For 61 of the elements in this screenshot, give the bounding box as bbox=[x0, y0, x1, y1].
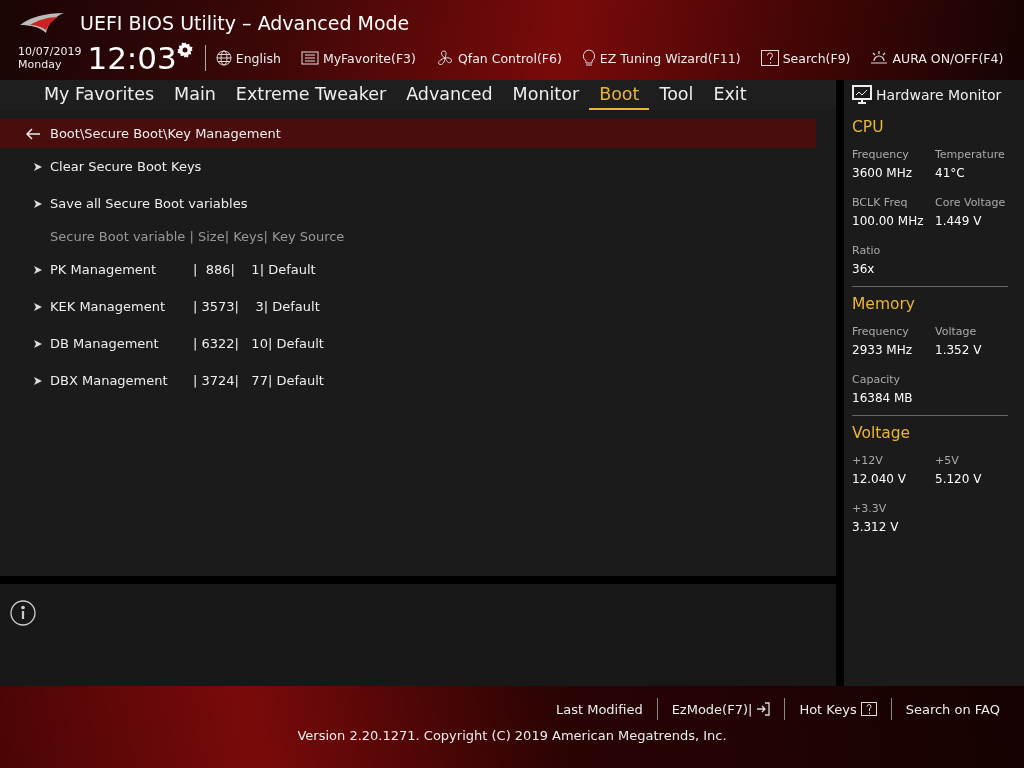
menu-tab[interactable]: Monitor bbox=[502, 80, 590, 110]
footer-link[interactable]: EzMode(F7)| bbox=[657, 701, 785, 717]
stat-value: 100.00 MHz bbox=[852, 214, 925, 228]
menu-tab[interactable]: Exit bbox=[703, 80, 757, 110]
toolbar-button[interactable]: Search(F9) bbox=[782, 50, 851, 66]
menu-tab[interactable]: Boot bbox=[589, 80, 650, 110]
footer-link[interactable]: Search on FAQ bbox=[891, 701, 1014, 717]
stat-value: 41°C bbox=[935, 166, 966, 180]
key-info: | 3724| 77| Default bbox=[193, 373, 324, 388]
stat-value: 1.352 V bbox=[935, 343, 983, 357]
stat-value: 36x bbox=[852, 262, 876, 276]
toolbar-button[interactable]: English bbox=[235, 50, 281, 66]
panel-title: Hardware Monitor bbox=[876, 87, 1002, 103]
breadcrumb-path: Boot\Secure Boot\Key Management bbox=[50, 126, 281, 141]
key-info: | 6322| 10| Default bbox=[193, 336, 324, 351]
stat-label: Core Voltage bbox=[935, 196, 1007, 209]
stat-label: +3.3V bbox=[852, 502, 888, 515]
version-text: Version 2.20.1271. Copyright (C) 2019 American Megatrends, Inc. bbox=[297, 728, 727, 743]
toolbar-button[interactable]: AURA ON/OFF(F4) bbox=[892, 50, 1004, 66]
stat-label: +5V bbox=[935, 454, 960, 467]
key-info: | 886| 1| Default bbox=[193, 262, 316, 277]
menu-tab[interactable]: Extreme Tweaker bbox=[225, 80, 397, 110]
stat-label: Voltage bbox=[935, 325, 978, 338]
stat-label: Capacity bbox=[852, 373, 902, 386]
stat-label: +12V bbox=[852, 454, 884, 467]
column-header: Secure Boot variable | Size| Keys| Key Source bbox=[50, 229, 345, 244]
stat-value: 3600 MHz bbox=[852, 166, 914, 180]
footer-link[interactable]: Last Modified bbox=[541, 701, 657, 717]
menu-item[interactable]: Save all Secure Boot variables bbox=[50, 196, 248, 211]
section-title: CPU bbox=[852, 118, 885, 136]
clock-time: 12:03 bbox=[87, 40, 177, 76]
menu-item[interactable]: DB Management bbox=[50, 336, 185, 351]
stat-value: 16384 MB bbox=[852, 391, 914, 405]
menu-tab[interactable]: Advanced bbox=[396, 80, 503, 110]
menu-item[interactable]: DBX Management bbox=[50, 373, 185, 388]
footer-link[interactable]: Hot Keys bbox=[785, 701, 891, 717]
toolbar-button[interactable]: EZ Tuning Wizard(F11) bbox=[599, 50, 741, 66]
stat-label: Temperature bbox=[935, 148, 1006, 161]
stat-value: 12.040 V bbox=[852, 472, 907, 486]
stat-label: Frequency bbox=[852, 325, 910, 338]
menu-tab[interactable]: Main bbox=[164, 80, 226, 110]
menu-item[interactable]: KEK Management bbox=[50, 299, 185, 314]
section-title: Memory bbox=[852, 295, 917, 313]
date-text: 10/07/2019 bbox=[18, 45, 82, 58]
stat-value: 2933 MHz bbox=[852, 343, 914, 357]
menu-item[interactable]: PK Management bbox=[50, 262, 185, 277]
stat-label: Frequency bbox=[852, 148, 910, 161]
section-title: Voltage bbox=[852, 424, 912, 442]
stat-value: 1.449 V bbox=[935, 214, 983, 228]
toolbar-button[interactable]: MyFavorite(F3) bbox=[322, 50, 416, 66]
stat-value: 5.120 V bbox=[935, 472, 983, 486]
menu-item[interactable]: Clear Secure Boot Keys bbox=[50, 159, 202, 174]
stat-label: Ratio bbox=[852, 244, 882, 257]
stat-value: 3.312 V bbox=[852, 520, 900, 534]
toolbar-button[interactable]: Qfan Control(F6) bbox=[457, 50, 562, 66]
menu-tab[interactable]: My Favorites bbox=[34, 80, 165, 110]
window-title: UEFI BIOS Utility – Advanced Mode bbox=[80, 12, 410, 34]
menu-tab[interactable]: Tool bbox=[649, 80, 704, 110]
stat-label: BCLK Freq bbox=[852, 196, 909, 209]
day-text: Monday bbox=[18, 58, 63, 71]
key-info: | 3573| 3| Default bbox=[193, 299, 320, 314]
